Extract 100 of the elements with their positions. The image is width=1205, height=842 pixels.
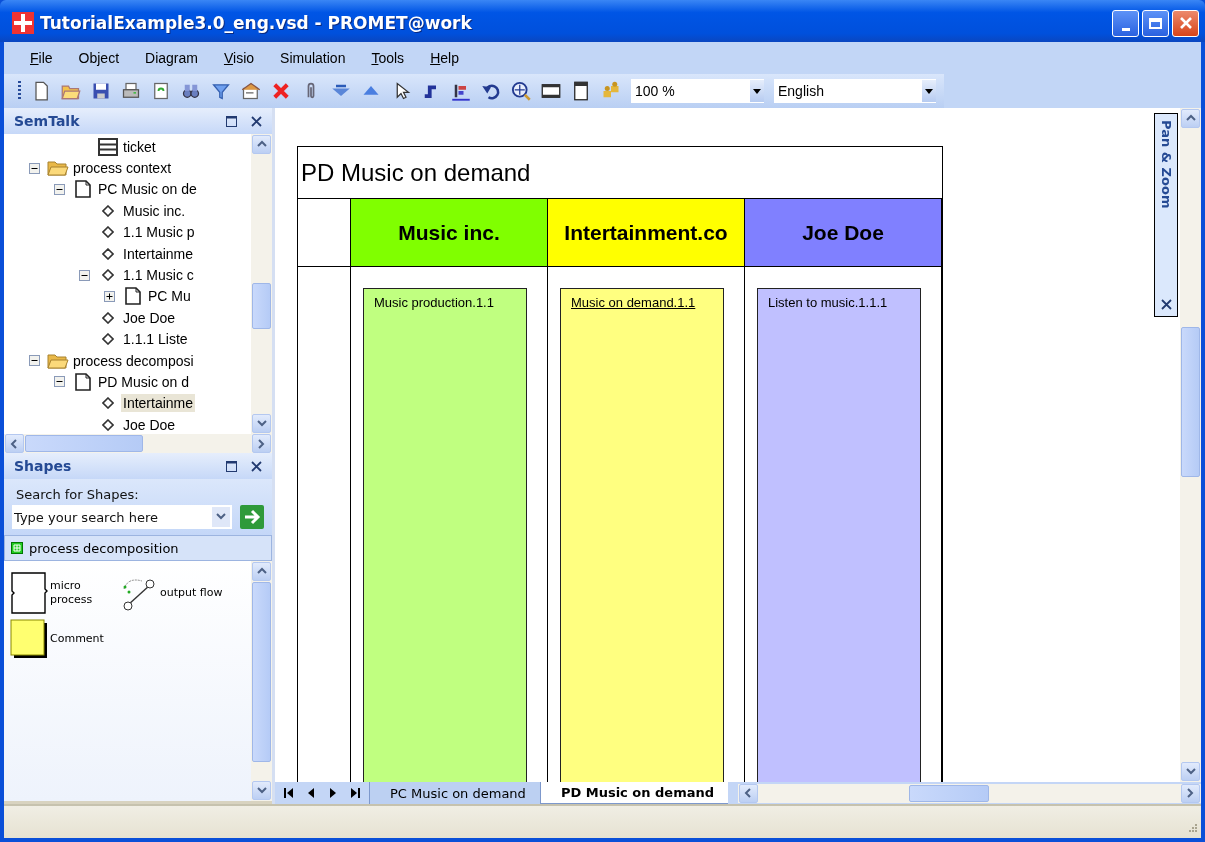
chevron-left-icon[interactable]: [9, 438, 20, 449]
chevron-right-icon[interactable]: [256, 438, 267, 449]
close-icon[interactable]: [251, 115, 262, 127]
tree-item[interactable]: Joe Doe: [121, 308, 178, 327]
chevron-down-icon[interactable]: [256, 785, 267, 796]
tree-item[interactable]: Joe Doe: [121, 415, 178, 434]
tree-item[interactable]: process context: [71, 159, 174, 178]
app-logo-icon: [12, 12, 34, 34]
page-icon: [75, 373, 91, 391]
minimize-button[interactable]: [1112, 9, 1139, 37]
diamond-icon: [102, 247, 114, 260]
close-icon[interactable]: [1160, 299, 1172, 310]
vertical-scrollbar[interactable]: [251, 561, 272, 801]
scroll-up-button[interactable]: [1181, 109, 1200, 128]
delete-icon[interactable]: [271, 81, 291, 101]
tree-item[interactable]: Music inc.: [121, 201, 188, 220]
resize-grip-icon[interactable]: [1186, 823, 1198, 835]
tree-item[interactable]: PC Mu: [146, 287, 193, 306]
printer-icon[interactable]: [121, 81, 141, 101]
maximize-button[interactable]: [1142, 9, 1169, 37]
collapse-icon[interactable]: [54, 183, 65, 195]
properties-icon[interactable]: [241, 81, 261, 101]
menu-item[interactable]: Object: [78, 47, 120, 69]
scroll-right-button[interactable]: [252, 434, 271, 453]
scroll-thumb[interactable]: [1181, 327, 1200, 477]
menu-item[interactable]: Help: [430, 47, 459, 69]
chevron-left-icon[interactable]: [743, 788, 754, 798]
tree-item[interactable]: PD Music on d: [96, 373, 192, 391]
expand-icon[interactable]: [104, 290, 115, 302]
close-icon[interactable]: [251, 460, 262, 472]
tree-item[interactable]: process decomposi: [71, 351, 196, 370]
save-icon[interactable]: [91, 81, 111, 101]
chevron-down-icon[interactable]: [256, 418, 267, 429]
shape-label: Comment: [50, 631, 104, 647]
horizontal-scrollbar[interactable]: [4, 434, 272, 453]
language-dropdown[interactable]: English: [774, 79, 936, 103]
last-page-icon[interactable]: [349, 787, 361, 799]
menu-item[interactable]: Tools: [371, 47, 405, 69]
bracket-box-icon[interactable]: [10, 571, 48, 615]
chevron-right-icon[interactable]: [1185, 788, 1196, 798]
zoom-icon[interactable]: [511, 81, 531, 101]
chevron-down-icon[interactable]: [216, 513, 226, 521]
process-shape: Listen to music.1.1.1: [757, 288, 921, 782]
grid-icon: [11, 542, 23, 554]
filter-icon[interactable]: [211, 81, 231, 101]
restore-icon[interactable]: [226, 460, 237, 472]
scroll-up-button[interactable]: [252, 135, 271, 154]
restore-icon[interactable]: [226, 115, 237, 127]
tree-item[interactable]: 1.1.1 Liste: [121, 330, 190, 349]
tree-item[interactable]: PC Music on de: [96, 180, 199, 199]
note-icon[interactable]: [10, 619, 48, 659]
horizontal-scrollbar[interactable]: [738, 783, 1201, 803]
stencil-header[interactable]: process decomposition: [4, 535, 272, 561]
lane-header: Joe Doe: [745, 199, 942, 267]
collapse-icon[interactable]: [54, 376, 65, 388]
scroll-left-button[interactable]: [5, 434, 24, 453]
diamond-icon: [102, 333, 114, 346]
scroll-thumb[interactable]: [252, 283, 271, 329]
scroll-left-button[interactable]: [739, 783, 759, 803]
diamond-icon: [102, 204, 114, 217]
collapse-icon[interactable]: [29, 355, 40, 367]
collapse-icon[interactable]: [29, 162, 40, 174]
refresh-document-icon[interactable]: [151, 81, 171, 101]
scroll-down-button[interactable]: [252, 781, 271, 800]
tree-item[interactable]: Intertainme: [121, 244, 196, 263]
scroll-down-button[interactable]: [252, 414, 271, 433]
tree-item[interactable]: ticket: [121, 137, 158, 156]
vertical-panel-icon[interactable]: [571, 81, 591, 101]
menu-item[interactable]: File: [30, 47, 53, 69]
dropdown-arrow-icon[interactable]: [925, 88, 933, 94]
tree-item[interactable]: 1.1 Music p: [121, 223, 197, 242]
stencil-title: process decomposition: [29, 540, 179, 556]
collapse-icon[interactable]: [79, 269, 90, 281]
vertical-scrollbar[interactable]: [251, 134, 272, 434]
scroll-up-button[interactable]: [252, 562, 271, 581]
close-icon[interactable]: [1177, 15, 1194, 31]
vertical-scrollbar[interactable]: [1180, 108, 1201, 782]
tree-item[interactable]: 1.1 Music c: [121, 266, 196, 285]
scroll-thumb[interactable]: [252, 582, 271, 762]
menu-item[interactable]: Simulation: [280, 47, 346, 69]
undo-icon[interactable]: [481, 81, 501, 101]
page-tab[interactable]: PC Music on demand: [369, 782, 540, 804]
scroll-right-button[interactable]: [1181, 783, 1200, 803]
zoom-dropdown[interactable]: 100 %: [631, 79, 764, 103]
menu-item[interactable]: Visio: [223, 47, 255, 69]
dropdown-arrow-icon[interactable]: [753, 88, 761, 94]
panel-title: SemTalk: [14, 113, 80, 129]
first-page-icon[interactable]: [283, 787, 295, 799]
scroll-thumb[interactable]: [909, 784, 990, 802]
scroll-down-button[interactable]: [1181, 762, 1200, 781]
tree-item[interactable]: Intertainme: [121, 394, 196, 413]
chevron-down-icon[interactable]: [1185, 766, 1196, 777]
page-icon: [75, 180, 91, 199]
scroll-thumb[interactable]: [25, 435, 143, 452]
page-tab[interactable]: PD Music on demand: [539, 782, 729, 804]
close-button[interactable]: [1172, 9, 1199, 37]
menu-item[interactable]: Diagram: [145, 47, 198, 69]
search-field[interactable]: Type your search here: [12, 505, 232, 529]
horizontal-panel-icon[interactable]: [541, 81, 561, 101]
folder-icon: [47, 352, 69, 369]
